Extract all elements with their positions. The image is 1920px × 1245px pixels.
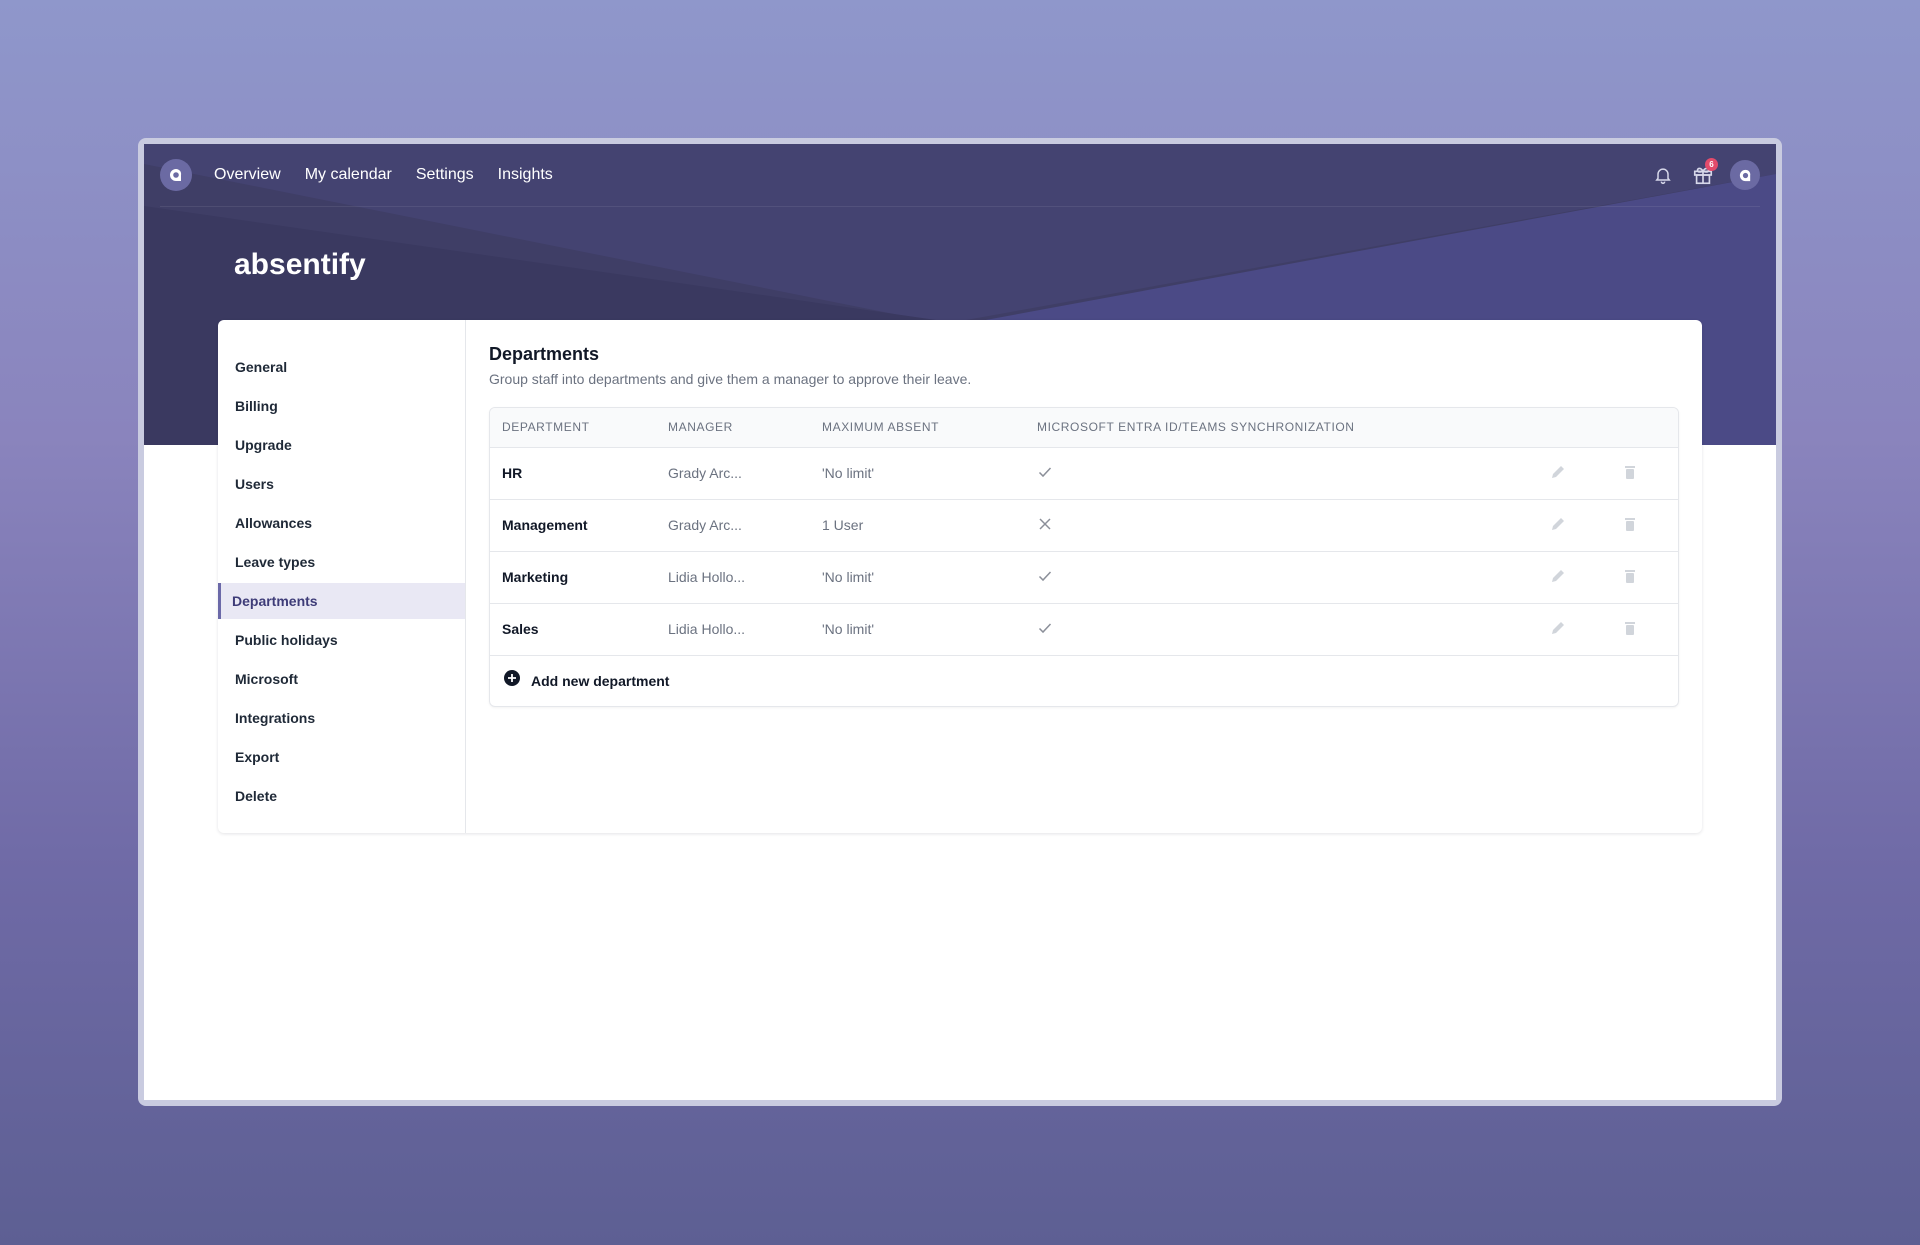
page-title: Departments xyxy=(489,344,600,364)
nav-insights[interactable]: Insights xyxy=(498,166,553,184)
sidebar-item-departments[interactable]: Departments xyxy=(218,583,465,619)
sidebar-item-billing[interactable]: Billing xyxy=(218,388,465,424)
table-row: Marketing Lidia Hollo... 'No limit' xyxy=(490,551,1678,604)
sidebar-item-integrations[interactable]: Integrations xyxy=(218,700,465,736)
app-window-frame: Overview My calendar Settings Insights 6 xyxy=(138,138,1782,1106)
app-window: Overview My calendar Settings Insights 6 xyxy=(144,144,1776,1100)
department-name: Management xyxy=(490,499,656,552)
department-name: Sales xyxy=(490,603,656,656)
table-row: Sales Lidia Hollo... 'No limit' xyxy=(490,603,1678,656)
delete-trash-icon[interactable] xyxy=(1622,464,1638,480)
max-absent-value: 1 User xyxy=(810,499,1025,552)
absentify-logo-icon[interactable] xyxy=(160,159,192,191)
sidebar-item-upgrade[interactable]: Upgrade xyxy=(218,427,465,463)
check-icon xyxy=(1037,466,1053,483)
manager-name: Lidia Hollo... xyxy=(656,603,810,656)
x-icon xyxy=(1037,517,1053,535)
topbar-divider xyxy=(160,206,1760,207)
department-name: Marketing xyxy=(490,551,656,604)
nav-settings[interactable]: Settings xyxy=(416,166,474,184)
gift-icon[interactable]: 6 xyxy=(1690,158,1718,188)
add-department-label: Add new department xyxy=(531,672,670,689)
sidebar-item-users[interactable]: Users xyxy=(218,466,465,502)
department-name: HR xyxy=(490,447,656,500)
add-department-button[interactable]: Add new department xyxy=(490,656,1678,706)
sidebar-item-public-holidays[interactable]: Public holidays xyxy=(218,622,465,658)
topbar-actions: 6 xyxy=(1650,158,1760,190)
nav-overview[interactable]: Overview xyxy=(214,166,281,184)
column-header-maximum-absent: MAXIMUM ABSENT xyxy=(810,408,1025,448)
edit-pencil-icon[interactable] xyxy=(1550,464,1566,480)
avatar[interactable] xyxy=(1730,160,1760,190)
table-header-row: DEPARTMENT MANAGER MAXIMUM ABSENT MICROS… xyxy=(490,408,1678,448)
main-nav: Overview My calendar Settings Insights xyxy=(214,166,553,184)
sidebar-item-microsoft[interactable]: Microsoft xyxy=(218,661,465,697)
table-row: HR Grady Arc... 'No limit' xyxy=(490,447,1678,500)
departments-table: DEPARTMENT MANAGER MAXIMUM ABSENT MICROS… xyxy=(489,407,1679,707)
column-header-manager: MANAGER xyxy=(656,408,810,448)
sidebar-item-allowances[interactable]: Allowances xyxy=(218,505,465,541)
settings-card: General Billing Upgrade Users Allowances… xyxy=(218,320,1702,833)
check-icon xyxy=(1037,622,1053,639)
gift-badge-count: 6 xyxy=(1705,158,1718,171)
plus-circle-icon xyxy=(503,669,521,692)
company-title: absentify xyxy=(234,248,366,281)
max-absent-value: 'No limit' xyxy=(810,551,1025,604)
sidebar-item-leave-types[interactable]: Leave types xyxy=(218,544,465,580)
manager-name: Lidia Hollo... xyxy=(656,551,810,604)
top-navigation-bar: Overview My calendar Settings Insights 6 xyxy=(144,144,1776,206)
max-absent-value: 'No limit' xyxy=(810,447,1025,500)
edit-pencil-icon[interactable] xyxy=(1550,568,1566,584)
manager-name: Grady Arc... xyxy=(656,447,810,500)
sidebar-item-general[interactable]: General xyxy=(218,349,465,385)
sidebar-item-export[interactable]: Export xyxy=(218,739,465,775)
departments-panel: Departments Group staff into departments… xyxy=(466,320,1702,833)
nav-my-calendar[interactable]: My calendar xyxy=(305,166,392,184)
settings-sidebar: General Billing Upgrade Users Allowances… xyxy=(218,320,466,833)
edit-pencil-icon[interactable] xyxy=(1550,620,1566,636)
check-icon xyxy=(1037,570,1053,587)
column-header-department: DEPARTMENT xyxy=(490,408,656,448)
edit-pencil-icon[interactable] xyxy=(1550,516,1566,532)
delete-trash-icon[interactable] xyxy=(1622,568,1638,584)
delete-trash-icon[interactable] xyxy=(1622,516,1638,532)
page-description: Group staff into departments and give th… xyxy=(489,371,972,387)
max-absent-value: 'No limit' xyxy=(810,603,1025,656)
table-row: Management Grady Arc... 1 User xyxy=(490,499,1678,552)
delete-trash-icon[interactable] xyxy=(1622,620,1638,636)
column-header-sync: MICROSOFT ENTRA ID/TEAMS SYNCHRONIZATION xyxy=(1025,408,1538,448)
manager-name: Grady Arc... xyxy=(656,499,810,552)
bell-icon[interactable] xyxy=(1650,162,1676,188)
sidebar-item-delete[interactable]: Delete xyxy=(218,778,465,814)
